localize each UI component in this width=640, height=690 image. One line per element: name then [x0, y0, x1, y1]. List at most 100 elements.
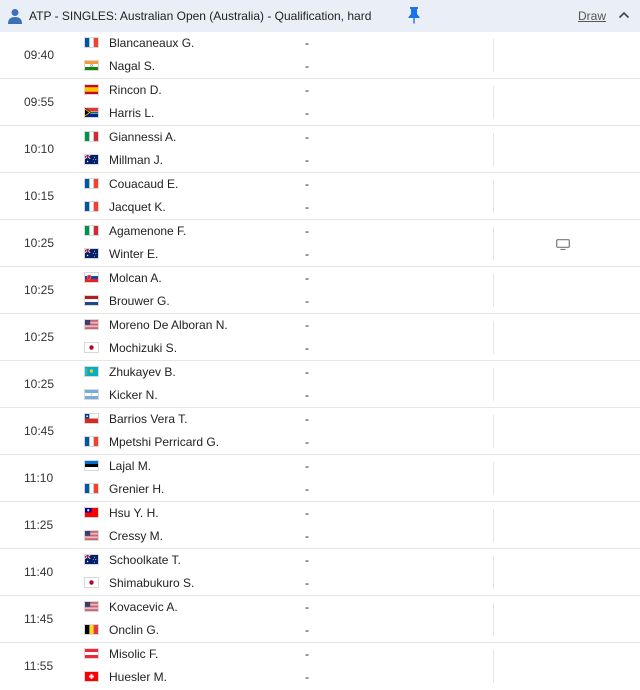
flag-us-icon	[84, 319, 99, 330]
player-score: -	[305, 318, 309, 332]
column-divider	[493, 603, 494, 636]
player-name: Cressy M.	[109, 529, 163, 543]
player-name: Jacquet K.	[109, 200, 166, 214]
match-row[interactable]: 11:10 Lajal M. - Grenier H. -	[0, 455, 640, 502]
player-p2: Harris L. -	[84, 104, 484, 124]
player-score: -	[305, 83, 309, 97]
tournament-title[interactable]: ATP - SINGLES: Australian Open (Australi…	[29, 9, 371, 23]
match-row[interactable]: 10:25 Zhukayev B. - Kicker N. -	[0, 361, 640, 408]
match-row[interactable]: 10:25 Agamenone F. - Winter E. -	[0, 220, 640, 267]
player-p1: Misolic F. -	[84, 645, 484, 665]
player-name: Mochizuki S.	[109, 341, 178, 355]
match-row[interactable]: 11:45 Kovacevic A. - Onclin G. -	[0, 596, 640, 643]
flag-kz-icon	[84, 366, 99, 377]
match-row[interactable]: 10:25 Moreno De Alboran N. - Mochizuki S. -	[0, 314, 640, 361]
player-score: -	[305, 412, 309, 426]
pin-icon[interactable]	[407, 6, 421, 24]
player-name: Rincon D.	[109, 83, 162, 97]
player-name: Lajal M.	[109, 459, 152, 473]
flag-be-icon	[84, 624, 99, 635]
player-p2: Jacquet K. -	[84, 198, 484, 218]
player-p2: Brouwer G. -	[84, 292, 484, 312]
flag-fr-icon	[84, 37, 99, 48]
player-name: Agamenone F.	[109, 224, 187, 238]
player-p2: Winter E. -	[84, 245, 484, 265]
match-row[interactable]: 09:55 Rincon D. - Harris L. -	[0, 79, 640, 126]
player-score: -	[305, 106, 309, 120]
player-score: -	[305, 647, 309, 661]
match-time: 10:45	[24, 424, 55, 438]
match-row[interactable]: 11:55 Misolic F. - Huesler M. -	[0, 643, 640, 690]
draw-link[interactable]: Draw	[578, 9, 606, 23]
player-p1: Couacaud E. -	[84, 175, 484, 195]
player-p1: Giannessi A. -	[84, 128, 484, 148]
player-name: Hsu Y. H.	[109, 506, 159, 520]
match-time: 11:40	[24, 565, 54, 579]
match-row[interactable]: 10:25 Molcan A. - Brouwer G. -	[0, 267, 640, 314]
column-divider	[493, 368, 494, 401]
player-p2: Nagal S. -	[84, 57, 484, 77]
player-score: -	[305, 294, 309, 308]
column-divider	[493, 180, 494, 213]
player-score: -	[305, 388, 309, 402]
match-row[interactable]: 10:15 Couacaud E. - Jacquet K. -	[0, 173, 640, 220]
chevron-up-icon[interactable]	[618, 9, 630, 21]
player-score: -	[305, 553, 309, 567]
player-p1: Schoolkate T. -	[84, 551, 484, 571]
player-name: Schoolkate T.	[109, 553, 181, 567]
player-p1: Zhukayev B. -	[84, 363, 484, 383]
flag-fr-icon	[84, 436, 99, 447]
match-row[interactable]: 11:25 Hsu Y. H. - Cressy M. -	[0, 502, 640, 549]
flag-es-icon	[84, 84, 99, 95]
flag-fr-icon	[84, 178, 99, 189]
match-list: 09:40 Blancaneaux G. - Nagal S. - 09:55 Rincon…	[0, 32, 640, 690]
flag-nl-icon	[84, 295, 99, 306]
player-name: Mpetshi Perricard G.	[109, 435, 220, 449]
flag-in-icon	[84, 60, 99, 71]
player-name: Giannessi A.	[109, 130, 177, 144]
player-score: -	[305, 482, 309, 496]
match-row[interactable]: 09:40 Blancaneaux G. - Nagal S. -	[0, 32, 640, 79]
match-row[interactable]: 11:40 Schoolkate T. - Shimabukuro S. -	[0, 549, 640, 596]
player-score: -	[305, 600, 309, 614]
player-score: -	[305, 36, 309, 50]
match-time: 10:25	[24, 283, 55, 297]
player-name: Kicker N.	[109, 388, 158, 402]
player-p1: Blancaneaux G. -	[84, 34, 484, 54]
match-row[interactable]: 10:10 Giannessi A. - Millman J. -	[0, 126, 640, 173]
player-name: Millman J.	[109, 153, 164, 167]
flag-fr-icon	[84, 483, 99, 494]
player-score: -	[305, 576, 309, 590]
player-score: -	[305, 177, 309, 191]
player-p2: Mpetshi Perricard G. -	[84, 433, 484, 453]
match-time: 11:45	[24, 612, 54, 626]
player-name: Harris L.	[109, 106, 155, 120]
column-divider	[493, 321, 494, 354]
player-name: Blancaneaux G.	[109, 36, 195, 50]
player-score: -	[305, 623, 309, 637]
player-p2: Millman J. -	[84, 151, 484, 171]
match-row[interactable]: 10:45 Barrios Vera T. - Mpetshi Perricard G…	[0, 408, 640, 455]
player-p1: Lajal M. -	[84, 457, 484, 477]
player-p1: Molcan A. -	[84, 269, 484, 289]
column-divider	[493, 556, 494, 589]
player-p2: Onclin G. -	[84, 621, 484, 641]
player-score: -	[305, 365, 309, 379]
flag-us-icon	[84, 530, 99, 541]
flag-jp-icon	[84, 342, 99, 353]
flag-at-icon	[84, 648, 99, 659]
column-divider	[493, 415, 494, 448]
flag-tw-icon	[84, 507, 99, 518]
player-p1: Hsu Y. H. -	[84, 504, 484, 524]
flag-it-icon	[84, 225, 99, 236]
flag-jp-icon	[84, 577, 99, 588]
tv-icon[interactable]	[556, 237, 570, 251]
flag-ar-icon	[84, 389, 99, 400]
flag-au-icon	[84, 554, 99, 565]
column-divider	[493, 86, 494, 119]
player-score: -	[305, 341, 309, 355]
match-time: 09:55	[24, 95, 55, 109]
flag-ee-icon	[84, 460, 99, 471]
player-name: Winter E.	[109, 247, 159, 261]
player-p1: Agamenone F. -	[84, 222, 484, 242]
